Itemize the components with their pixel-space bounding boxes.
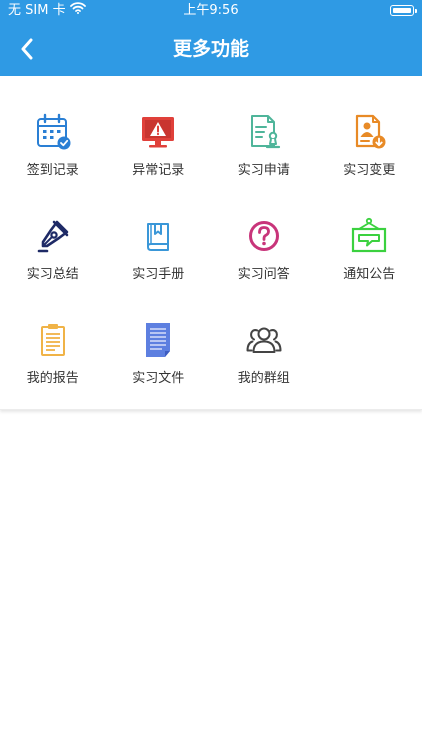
page-title: 更多功能 [172, 38, 249, 60]
pen-nib-icon [33, 216, 73, 256]
status-bar: 无 SIM 卡 上午9:56 [0, 0, 422, 22]
header: 无 SIM 卡 上午9:56 更多功能 [0, 0, 422, 76]
clipboard-report-icon [33, 320, 73, 360]
menu-item-internship-application[interactable]: 实习申请 [211, 88, 317, 192]
menu-item-internship-files[interactable]: 实习文件 [106, 296, 212, 400]
menu-item-label: 异常记录 [132, 163, 185, 178]
menu-item-internship-handbook[interactable]: 实习手册 [106, 192, 212, 296]
file-icon [138, 320, 178, 360]
nav-bar: 更多功能 [0, 22, 422, 76]
menu-item-internship-qa[interactable]: 实习问答 [211, 192, 317, 296]
menu-item-internship-change[interactable]: 实习变更 [317, 88, 422, 192]
menu-item-label: 我的群组 [237, 371, 290, 386]
menu-item-label: 签到记录 [26, 163, 79, 178]
group-icon [244, 320, 284, 360]
document-stamp-icon [244, 112, 284, 152]
menu-item-notice-announcement[interactable]: 通知公告 [317, 192, 422, 296]
menu-item-label: 通知公告 [343, 267, 396, 282]
notice-board-icon [349, 216, 389, 256]
battery-icon [390, 5, 417, 16]
profile-change-icon [349, 112, 389, 152]
menu-item-label: 实习问答 [237, 267, 290, 282]
question-circle-icon [244, 216, 284, 256]
menu-item-label: 实习文件 [132, 371, 185, 386]
menu-item-label: 实习手册 [132, 267, 185, 282]
menu-item-internship-summary[interactable]: 实习总结 [0, 192, 106, 296]
menu-item-my-groups[interactable]: 我的群组 [211, 296, 317, 400]
menu-item-exception-records[interactable]: 异常记录 [106, 88, 212, 192]
menu-item-label: 我的报告 [26, 371, 79, 386]
menu-item-label: 实习变更 [343, 163, 396, 178]
handbook-icon [138, 216, 178, 256]
menu-item-my-report[interactable]: 我的报告 [0, 296, 106, 400]
back-button[interactable] [10, 30, 44, 68]
menu-item-label: 实习总结 [26, 267, 79, 282]
function-grid-panel: 签到记录 异常记录 实习申请 实习变更 实习总结 实习手册 实习问答 通知公告 … [0, 76, 422, 410]
menu-item-checkin-records[interactable]: 签到记录 [0, 88, 106, 192]
monitor-warning-icon [138, 112, 178, 152]
menu-item-label: 实习申请 [237, 163, 290, 178]
status-time: 上午9:56 [183, 3, 239, 18]
function-grid: 签到记录 异常记录 实习申请 实习变更 实习总结 实习手册 实习问答 通知公告 … [0, 76, 422, 400]
chevron-left-icon [21, 38, 33, 60]
calendar-check-icon [33, 112, 73, 152]
